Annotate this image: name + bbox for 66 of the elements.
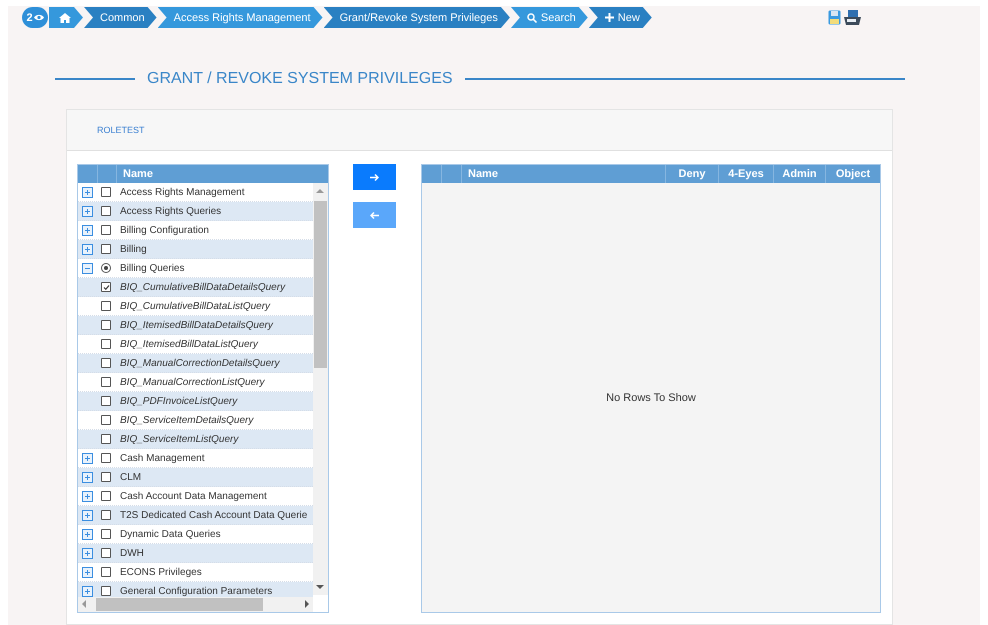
breadcrumb-link[interactable]: Grant/Revoke System Privileges: [324, 7, 510, 28]
checkbox[interactable]: [101, 358, 111, 368]
tree-item[interactable]: Cash Management: [115, 452, 204, 464]
tree-item[interactable]: Access Rights Management: [115, 186, 245, 198]
checkbox[interactable]: [101, 567, 111, 577]
expand-icon[interactable]: [82, 244, 93, 254]
tree-item[interactable]: Billing: [115, 244, 147, 254]
expand-icon[interactable]: [82, 528, 93, 540]
checkbox[interactable]: [101, 491, 111, 501]
search-icon: [526, 12, 537, 22]
tree-item[interactable]: Dynamic Data Queries: [115, 528, 221, 540]
checkbox[interactable]: [101, 244, 111, 254]
expand-icon[interactable]: [82, 586, 93, 596]
collapse-icon[interactable]: [82, 262, 93, 274]
tree-item[interactable]: BIQ_ManualCorrectionListQuery: [115, 376, 265, 388]
checkbox[interactable]: [101, 434, 111, 444]
expand-icon[interactable]: [82, 186, 93, 198]
expand-icon[interactable]: [82, 548, 93, 558]
checkbox[interactable]: [101, 301, 111, 311]
tree-item[interactable]: ECONS Privileges: [115, 566, 202, 578]
horizontal-scrollbar[interactable]: [78, 597, 313, 612]
checkbox[interactable]: [101, 263, 111, 273]
save-icon[interactable]: [828, 10, 841, 24]
breadcrumb-link[interactable]: New: [588, 7, 652, 28]
tree-item[interactable]: CLM: [115, 472, 142, 482]
checkbox[interactable]: [101, 187, 111, 197]
checkbox[interactable]: [101, 339, 111, 349]
tree-item[interactable]: Cash Account Data Management: [115, 490, 267, 502]
tree-item[interactable]: Billing Configuration: [115, 224, 209, 236]
checkbox[interactable]: [101, 548, 111, 558]
tree-item[interactable]: Billing Queries: [115, 262, 184, 274]
page-title: GRANT / REVOKE SYSTEM PRIVILEGES: [147, 70, 453, 88]
checkbox[interactable]: [101, 225, 111, 235]
printer-icon[interactable]: [843, 10, 862, 26]
checkbox[interactable]: [101, 510, 111, 520]
checkbox[interactable]: [101, 206, 111, 216]
checkbox[interactable]: [101, 282, 111, 292]
empty-message: No Rows To Show: [606, 392, 696, 404]
tree-item[interactable]: BIQ_ServiceItemDetailsQuery: [115, 414, 254, 426]
tree-item[interactable]: DWH: [115, 548, 144, 558]
expand-icon[interactable]: [82, 224, 93, 236]
tree-item[interactable]: BIQ_ItemisedBillDataListQuery: [115, 338, 258, 350]
eye-icon: [34, 14, 44, 21]
breadcrumb-link[interactable]: Common: [84, 7, 157, 28]
plus-icon: [604, 13, 614, 22]
checkbox[interactable]: [101, 453, 111, 463]
checkbox[interactable]: [101, 377, 111, 387]
home-icon: [59, 12, 71, 22]
vertical-scrollbar[interactable]: [313, 183, 328, 595]
checkbox[interactable]: [101, 415, 111, 425]
checkbox[interactable]: [101, 529, 111, 539]
checkbox[interactable]: [101, 472, 111, 482]
expand-icon[interactable]: [82, 452, 93, 464]
expand-icon[interactable]: [82, 206, 93, 216]
expand-icon[interactable]: [82, 490, 93, 502]
role-name: ROLETEST: [97, 125, 145, 135]
checkbox[interactable]: [101, 396, 111, 406]
arrow-right-icon: [370, 172, 379, 182]
checkbox[interactable]: [101, 320, 111, 330]
expand-icon[interactable]: [82, 566, 93, 578]
expand-icon[interactable]: [82, 472, 93, 482]
tree-item[interactable]: BIQ_CumulativeBillDataListQuery: [115, 300, 270, 312]
home-link[interactable]: [49, 7, 83, 28]
arrow-left-icon: [370, 210, 379, 220]
expand-icon[interactable]: [82, 510, 93, 520]
checkbox[interactable]: [101, 586, 111, 596]
